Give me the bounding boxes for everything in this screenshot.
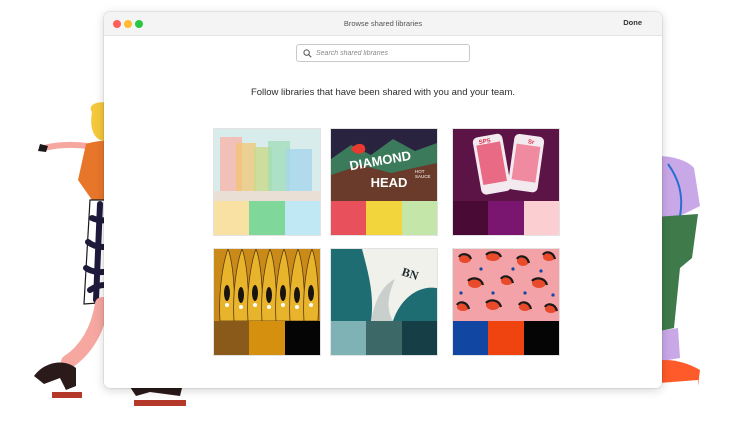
- thumbnail-text: SAUCE: [415, 174, 431, 179]
- color-swatch: [214, 321, 250, 355]
- color-swatch: [523, 201, 559, 235]
- color-swatch: [331, 201, 367, 235]
- color-swatch: [284, 201, 320, 235]
- library-card[interactable]: [452, 248, 560, 356]
- color-swatch: [214, 201, 250, 235]
- color-swatch: [488, 201, 524, 235]
- color-swatch: [523, 321, 559, 355]
- color-swatch: [366, 321, 402, 355]
- color-swatch: [453, 321, 489, 355]
- library-thumbnail: BN: [331, 249, 437, 321]
- browse-libraries-dialog: Browse shared libraries Done Follow libr…: [104, 12, 662, 388]
- color-swatch: [453, 201, 489, 235]
- library-thumbnail: DIAMOND HOT SAUCE HEAD: [331, 129, 437, 201]
- color-swatches: [214, 201, 320, 235]
- color-swatch: [366, 201, 402, 235]
- color-swatch: [249, 201, 285, 235]
- thumbnail-text: HEAD: [371, 175, 408, 190]
- done-button[interactable]: Done: [623, 18, 642, 27]
- library-card[interactable]: DIAMOND HOT SAUCE HEAD: [330, 128, 438, 236]
- color-swatch: [249, 321, 285, 355]
- library-thumbnail: SPS Sr: [453, 129, 559, 201]
- color-swatch: [488, 321, 524, 355]
- color-swatch: [284, 321, 320, 355]
- window-title: Browse shared libraries: [343, 19, 423, 28]
- library-card[interactable]: [213, 128, 321, 236]
- color-swatches: [214, 321, 320, 355]
- color-swatch: [401, 201, 437, 235]
- library-thumbnail: [214, 129, 320, 201]
- color-swatch: [401, 321, 437, 355]
- page-heading: Follow libraries that have been shared w…: [250, 87, 516, 98]
- color-swatch: [331, 321, 367, 355]
- library-card[interactable]: BN: [330, 248, 438, 356]
- search-box[interactable]: [296, 44, 470, 62]
- color-swatches: [453, 201, 559, 235]
- color-swatches: [453, 321, 559, 355]
- search-icon: [303, 49, 312, 58]
- library-card[interactable]: [213, 248, 321, 356]
- library-thumbnail: [453, 249, 559, 321]
- color-swatches: [331, 201, 437, 235]
- stage: Browse shared libraries Done Follow libr…: [0, 0, 756, 426]
- color-swatches: [331, 321, 437, 355]
- search-input[interactable]: [316, 47, 466, 59]
- library-thumbnail: [214, 249, 320, 321]
- library-card[interactable]: SPS Sr: [452, 128, 560, 236]
- title-bar: Browse shared libraries Done: [104, 12, 662, 36]
